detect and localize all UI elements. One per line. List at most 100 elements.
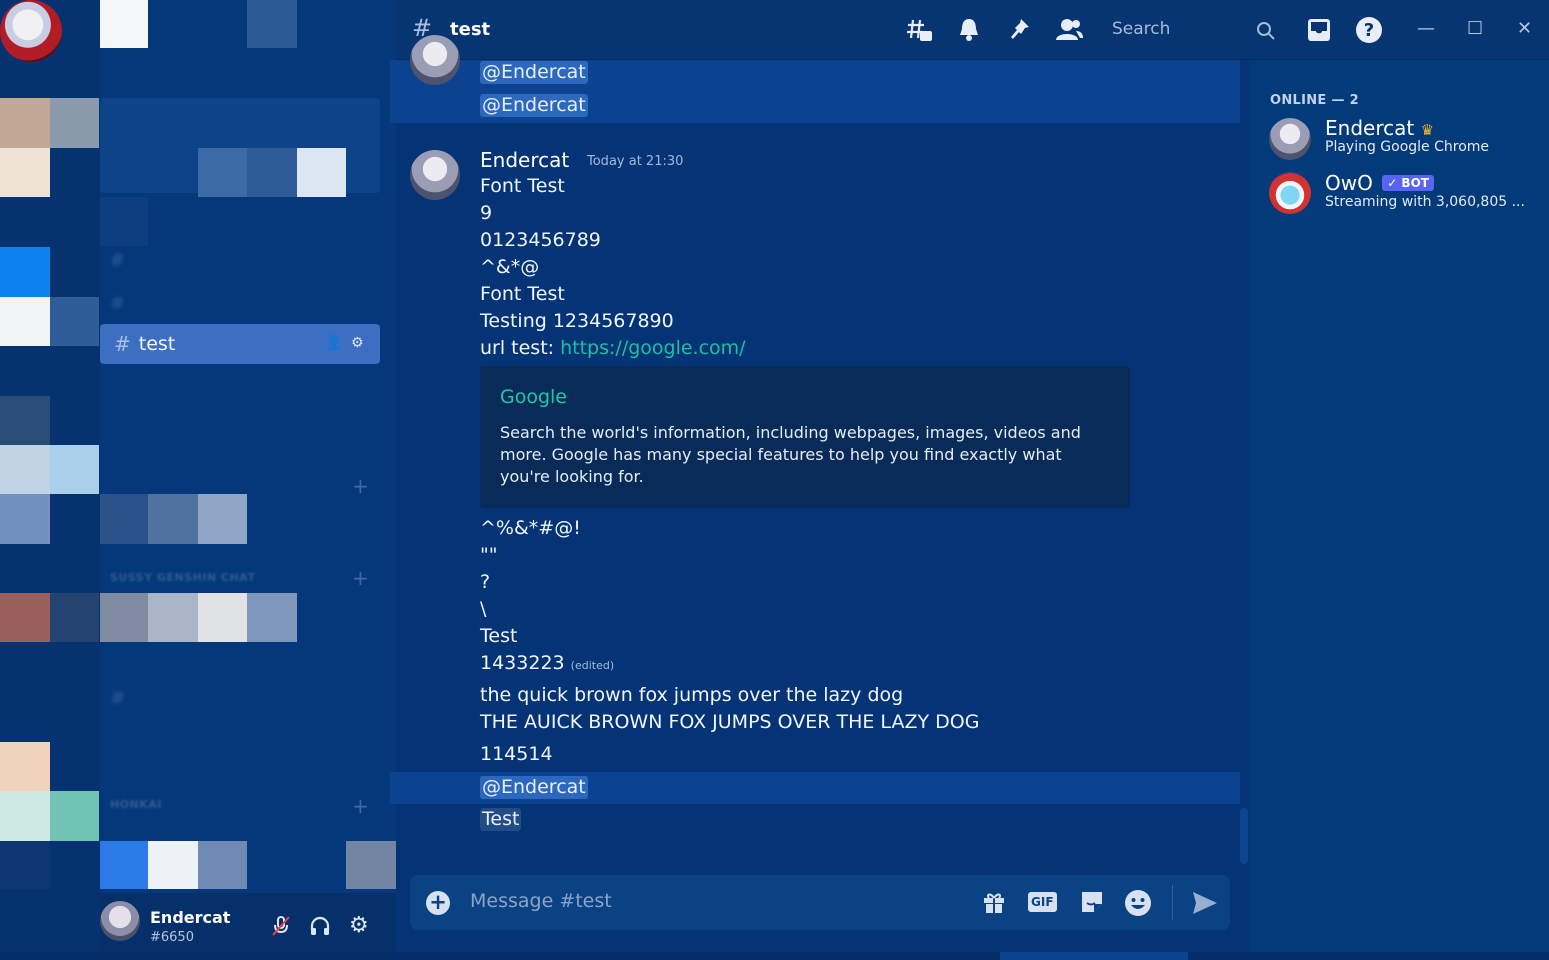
category-label[interactable]: SUSSY GENSHIN CHAT xyxy=(110,571,255,584)
server-icon[interactable] xyxy=(0,841,50,889)
members-icon[interactable] xyxy=(1054,17,1084,43)
message-author[interactable]: Endercat xyxy=(480,148,569,172)
avatar[interactable] xyxy=(410,150,460,200)
server-icon[interactable] xyxy=(0,297,50,346)
server-icon[interactable] xyxy=(0,791,50,841)
inbox-icon[interactable] xyxy=(1306,17,1332,43)
server-icon[interactable] xyxy=(0,396,50,445)
message-line: 114514 xyxy=(480,743,553,765)
member-activity: Streaming with 3,060,805 ... xyxy=(1325,194,1525,210)
message-line: Test xyxy=(480,808,522,831)
add-channel-icon[interactable]: + xyxy=(352,474,369,498)
redacted-block xyxy=(297,148,346,197)
search-input[interactable]: Search xyxy=(1112,19,1170,39)
message-list: @Endercat @Endercat Endercat Today at 21… xyxy=(390,35,1240,860)
message-line: Testing 1234567890 xyxy=(480,310,674,332)
redacted-block xyxy=(100,197,148,246)
category-label[interactable]: HONKAI xyxy=(110,798,162,811)
maximize-icon[interactable]: ☐ xyxy=(1467,18,1483,39)
redacted-block xyxy=(198,494,247,544)
message-line: 1433223 (edited) xyxy=(480,652,614,674)
message-line: 9 xyxy=(480,202,493,224)
message-line: Test xyxy=(480,625,518,647)
divider xyxy=(1172,885,1173,920)
gif-button[interactable]: GIF xyxy=(1028,892,1057,912)
emoji-icon[interactable] xyxy=(1124,889,1152,917)
threads-icon[interactable] xyxy=(906,17,934,45)
close-icon[interactable]: ✕ xyxy=(1517,18,1532,39)
server-icon[interactable] xyxy=(0,593,50,642)
scrollbar[interactable] xyxy=(1240,808,1248,864)
minimize-icon[interactable]: — xyxy=(1417,18,1435,39)
pin-icon[interactable] xyxy=(1007,17,1031,43)
embed-description: Search the world's information, includin… xyxy=(500,423,1081,486)
channel-item-redacted[interactable]: # xyxy=(110,688,125,709)
channel-header: # test Search ? — ☐ ✕ xyxy=(396,0,1549,60)
url-prefix: url test: xyxy=(480,337,561,359)
headphones-icon[interactable] xyxy=(309,915,331,937)
status-indicator xyxy=(1000,952,1188,960)
message-line: ? xyxy=(480,571,491,593)
settings-icon[interactable]: ⚙ xyxy=(351,335,364,351)
search-icon[interactable] xyxy=(1256,21,1276,41)
channel-item-redacted[interactable]: # xyxy=(110,250,125,271)
server-icon[interactable] xyxy=(50,593,99,642)
bottom-strip xyxy=(0,952,1549,960)
server-icon[interactable] xyxy=(0,98,50,148)
edited-message: 1433223 xyxy=(480,652,565,674)
add-channel-icon[interactable]: + xyxy=(352,566,369,590)
server-icon[interactable] xyxy=(0,742,50,791)
embed-title[interactable]: Google xyxy=(500,386,567,408)
server-icon[interactable] xyxy=(0,445,50,494)
message-composer: + GIF xyxy=(410,875,1230,930)
server-icon[interactable] xyxy=(50,297,99,346)
server-icon[interactable] xyxy=(50,98,99,148)
message-line: url test: https://google.com/ xyxy=(480,337,746,359)
avatar[interactable] xyxy=(1269,172,1311,214)
mention[interactable]: @Endercat xyxy=(480,94,588,117)
server-icon[interactable] xyxy=(50,445,99,494)
redacted-block xyxy=(198,593,247,642)
send-icon[interactable] xyxy=(1192,891,1218,915)
user-panel: Endercat #6650 ⚙ xyxy=(100,893,396,960)
mention[interactable]: @Endercat xyxy=(480,61,588,84)
member-activity: Playing Google Chrome xyxy=(1325,139,1490,155)
redacted-block xyxy=(100,494,148,544)
sidebar-item-test[interactable]: # test 👤 ⚙ xyxy=(100,324,380,364)
svg-text:?: ? xyxy=(1364,20,1374,41)
message-input[interactable] xyxy=(470,890,950,912)
server-icon[interactable] xyxy=(0,494,50,544)
message-line: \ xyxy=(480,598,487,620)
avatar[interactable] xyxy=(410,35,460,85)
invite-icon[interactable]: 👤 xyxy=(325,335,342,351)
gift-icon[interactable] xyxy=(982,890,1006,915)
redacted-block xyxy=(148,841,198,889)
page-title: test xyxy=(450,19,491,40)
member-name[interactable]: OwO ✓ BOT xyxy=(1325,171,1434,195)
avatar[interactable] xyxy=(100,901,140,941)
message-line: ^%&*#@! xyxy=(480,517,581,539)
mute-icon[interactable] xyxy=(270,915,292,937)
avatar[interactable] xyxy=(1269,118,1311,160)
server-icon[interactable] xyxy=(0,148,50,197)
server-icon[interactable] xyxy=(0,247,50,297)
message-timestamp: Today at 21:30 xyxy=(587,154,684,169)
sticker-icon[interactable] xyxy=(1079,889,1105,915)
server-icon[interactable] xyxy=(50,791,99,841)
message-line: THE AUICK BROWN FOX JUMPS OVER THE LAZY … xyxy=(480,711,980,733)
redacted-block xyxy=(198,148,247,197)
help-icon[interactable]: ? xyxy=(1355,16,1383,44)
add-icon[interactable]: + xyxy=(426,891,450,915)
channel-item-redacted[interactable]: # xyxy=(110,293,125,314)
bell-icon[interactable] xyxy=(957,17,981,43)
members-header: ONLINE — 2 xyxy=(1270,93,1359,108)
server-icon[interactable] xyxy=(0,0,62,62)
settings-icon[interactable]: ⚙ xyxy=(349,913,369,938)
url-link[interactable]: https://google.com/ xyxy=(560,337,745,359)
redacted-block xyxy=(148,494,198,544)
member-list: ONLINE — 2 Endercat ♛ Playing Google Chr… xyxy=(1249,60,1549,952)
member-name[interactable]: Endercat ♛ xyxy=(1325,116,1434,140)
add-channel-icon[interactable]: + xyxy=(352,794,369,818)
mention[interactable]: @Endercat xyxy=(480,776,588,799)
message-line: ^&*@ xyxy=(480,256,540,278)
